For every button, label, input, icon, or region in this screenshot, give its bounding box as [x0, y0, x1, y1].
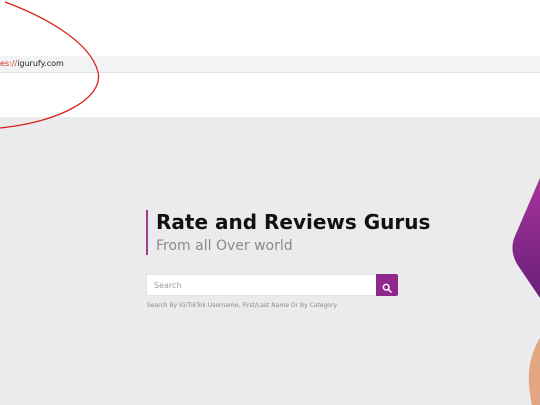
browser-top-area	[0, 0, 540, 56]
site-header	[0, 73, 540, 118]
hero-heading-block: Rate and Reviews Gurus From all Over wor…	[146, 210, 430, 255]
decorative-hand-image	[528, 338, 540, 405]
decorative-purple-shape	[512, 178, 540, 298]
url-host: igurufy.com	[17, 59, 64, 68]
search-icon	[382, 283, 392, 293]
page-subtitle: From all Over world	[156, 238, 293, 254]
hero-section: Rate and Reviews Gurus From all Over wor…	[0, 118, 540, 405]
page-title: Rate and Reviews Gurus	[156, 210, 431, 234]
search-input[interactable]	[146, 274, 376, 296]
address-bar[interactable]: es://igurufy.com	[0, 56, 540, 73]
search-hint: Search By IG/TikTok Username, First/Last…	[147, 302, 337, 309]
url-scheme: es://	[0, 59, 18, 68]
search-button[interactable]	[376, 274, 398, 296]
